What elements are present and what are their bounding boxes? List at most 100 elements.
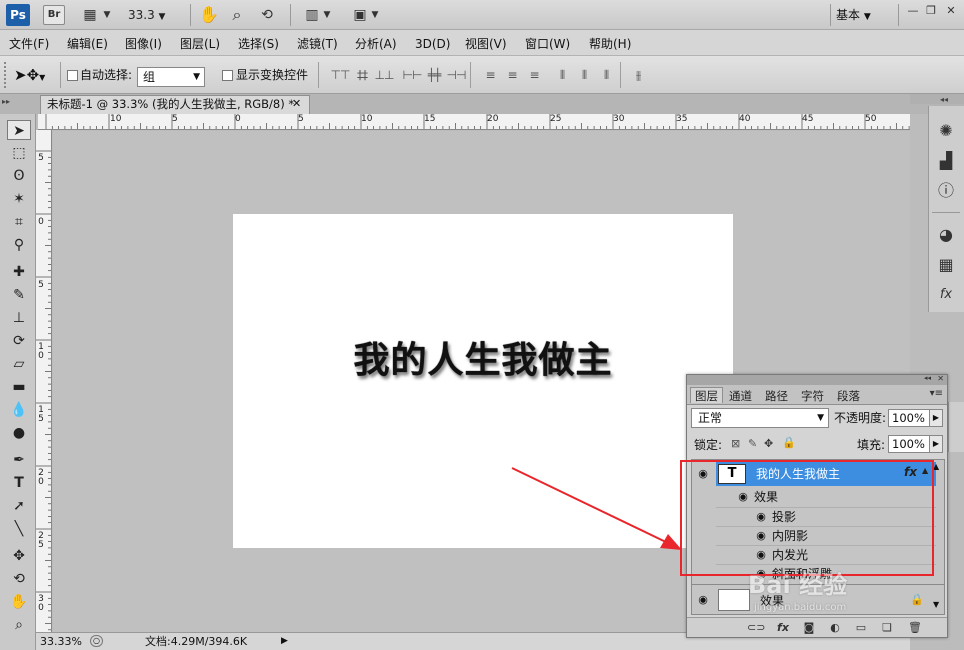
path-selection-tool-icon[interactable]: ➚ xyxy=(7,496,31,516)
lock-image-icon[interactable]: ✎ xyxy=(748,437,757,450)
collapse-panel-icon[interactable]: ◂◂ xyxy=(924,374,931,382)
menu-file[interactable]: 文件(F) xyxy=(9,35,49,53)
align-hcenter-icon[interactable]: ╪╪ xyxy=(424,68,444,82)
lock-position-icon[interactable]: ✥ xyxy=(764,437,773,450)
blur-tool-icon[interactable]: 💧 xyxy=(7,400,31,420)
line-tool-icon[interactable]: ╲ xyxy=(7,519,31,539)
swatches-panel-icon[interactable]: ▦ xyxy=(934,254,958,276)
new-group-icon[interactable]: ▭ xyxy=(853,620,869,636)
zoom-level-select[interactable]: 33.3 ▼ xyxy=(128,6,178,24)
auto-select-dropdown[interactable]: 组 ▼ xyxy=(137,67,205,87)
magic-wand-tool-icon[interactable]: ✶ xyxy=(7,189,31,209)
collapse-toolbox-icon[interactable]: ▸▸ xyxy=(2,97,14,109)
color-panel-icon[interactable]: ◕ xyxy=(934,224,958,246)
chevron-down-icon[interactable]: ▼ xyxy=(102,6,112,24)
align-right-icon[interactable]: ⊣⊣ xyxy=(446,68,467,82)
menu-filter[interactable]: 滤镜(T) xyxy=(297,35,338,53)
document-tab[interactable]: 未标题-1 @ 33.3% (我的人生我做主, RGB/8) * xyxy=(40,95,310,114)
hand-tool-icon[interactable]: ✋ xyxy=(7,592,31,612)
menu-3d[interactable]: 3D(D) xyxy=(415,35,450,53)
move-tool-icon[interactable]: ➤ xyxy=(7,120,31,140)
styles-panel-icon[interactable]: fx xyxy=(934,284,958,306)
menu-layer[interactable]: 图层(L) xyxy=(180,35,220,53)
distribute-hcenter-icon[interactable]: ⫴ xyxy=(574,68,594,82)
rotate-view-icon[interactable]: ⟲ xyxy=(256,6,278,24)
tab-channels[interactable]: 通道 xyxy=(725,388,756,404)
eraser-tool-icon[interactable]: ▱ xyxy=(7,354,31,374)
pen-tool-icon[interactable]: ✒ xyxy=(7,450,31,470)
adjustment-layer-icon[interactable]: ◐ xyxy=(827,620,843,636)
auto-align-layers-icon[interactable]: ⫵ xyxy=(628,68,648,82)
history-brush-tool-icon[interactable]: ⟳ xyxy=(7,331,31,351)
close-button[interactable]: ✕ xyxy=(942,3,960,19)
navigator-panel-icon[interactable]: ✺ xyxy=(934,120,958,142)
brush-tool-icon[interactable]: ✎ xyxy=(7,285,31,305)
distribute-top-icon[interactable]: ≡ xyxy=(480,68,500,82)
restore-button[interactable]: ❐ xyxy=(922,3,940,19)
fill-input[interactable]: 100% xyxy=(888,435,934,453)
link-layers-icon[interactable]: ⊂⊃ xyxy=(747,620,765,636)
histogram-panel-icon[interactable]: ▟ xyxy=(934,150,958,172)
distribute-vcenter-icon[interactable]: ≡ xyxy=(502,68,522,82)
bridge-button[interactable]: Br xyxy=(43,5,65,25)
distribute-right-icon[interactable]: ⫴ xyxy=(596,68,616,82)
expand-dock-icon[interactable]: ◂◂ xyxy=(940,95,948,104)
distribute-bottom-icon[interactable]: ≡ xyxy=(524,68,544,82)
minimize-button[interactable]: — xyxy=(904,3,922,19)
menu-image[interactable]: 图像(I) xyxy=(125,35,162,53)
status-zoom[interactable]: 33.33% xyxy=(40,634,82,650)
view-extras-icon[interactable]: ▦ xyxy=(78,6,102,24)
move-tool-preset-icon[interactable]: ➤✥▼ xyxy=(14,64,54,86)
close-tab-icon[interactable]: ✕ xyxy=(292,96,306,112)
align-bottom-icon[interactable]: ⊥⊥ xyxy=(374,68,395,82)
menu-view[interactable]: 视图(V) xyxy=(465,35,507,53)
zoom-tool-icon[interactable]: ⌕ xyxy=(7,615,31,635)
3d-orbit-tool-icon[interactable]: ⟲ xyxy=(7,569,31,589)
distribute-left-icon[interactable]: ⫴ xyxy=(552,68,572,82)
delete-layer-icon[interactable]: 🗑 xyxy=(907,620,923,636)
info-panel-icon[interactable]: ⓘ xyxy=(934,180,958,202)
options-grip[interactable] xyxy=(4,62,10,88)
gradient-tool-icon[interactable]: ▬ xyxy=(7,377,31,397)
tab-layers[interactable]: 图层 xyxy=(690,387,723,403)
align-top-icon[interactable]: ⊤⊤ xyxy=(330,68,351,82)
crop-tool-icon[interactable]: ⌗ xyxy=(7,212,31,232)
align-vcenter-icon[interactable]: ‡‡ xyxy=(352,68,372,82)
menu-select[interactable]: 选择(S) xyxy=(238,35,279,53)
hand-tool-icon[interactable]: ✋ xyxy=(198,6,220,24)
canvas-text-layer[interactable]: 我的人生我做主 xyxy=(233,334,733,388)
dock-collapsed-panel[interactable] xyxy=(948,402,964,452)
add-layer-style-icon[interactable]: fx xyxy=(775,620,791,636)
workspace-select[interactable]: 基本 ▼ xyxy=(836,6,892,24)
menu-analysis[interactable]: 分析(A) xyxy=(355,35,397,53)
lasso-tool-icon[interactable]: ʘ xyxy=(7,166,31,186)
show-transform-checkbox[interactable] xyxy=(222,70,233,81)
zoom-tool-icon[interactable]: ⌕ xyxy=(226,6,248,24)
opacity-slider-arrow-icon[interactable]: ▶ xyxy=(929,409,943,427)
status-menu-arrow-icon[interactable]: ▶ xyxy=(281,634,293,648)
opacity-input[interactable]: 100% xyxy=(888,409,934,427)
fill-slider-arrow-icon[interactable]: ▶ xyxy=(929,435,943,453)
chevron-down-icon[interactable]: ▼ xyxy=(370,6,380,24)
add-layer-mask-icon[interactable]: ◙ xyxy=(801,620,817,636)
tab-character[interactable]: 字符 xyxy=(797,388,828,404)
healing-brush-tool-icon[interactable]: ✚ xyxy=(7,262,31,282)
tab-paragraph[interactable]: 段落 xyxy=(833,388,864,404)
arrange-documents-icon[interactable]: ▥ xyxy=(302,6,322,24)
visibility-eye-icon[interactable]: ◉ xyxy=(696,594,710,606)
3d-rotate-tool-icon[interactable]: ✥ xyxy=(7,546,31,566)
menu-window[interactable]: 窗口(W) xyxy=(525,35,570,53)
blend-mode-dropdown[interactable]: 正常 ▼ xyxy=(691,408,829,428)
marquee-tool-icon[interactable]: ⬚ xyxy=(7,143,31,163)
status-info-icon[interactable]: ○ xyxy=(90,635,103,647)
tab-paths[interactable]: 路径 xyxy=(761,388,792,404)
close-panel-icon[interactable]: ✕ xyxy=(937,374,944,383)
clone-stamp-tool-icon[interactable]: ⊥ xyxy=(7,308,31,328)
align-left-icon[interactable]: ⊢⊢ xyxy=(402,68,423,82)
eyedropper-tool-icon[interactable]: ⚲ xyxy=(7,235,31,255)
type-tool-icon[interactable]: T xyxy=(7,473,31,493)
menu-edit[interactable]: 编辑(E) xyxy=(67,35,108,53)
chevron-down-icon[interactable]: ▼ xyxy=(322,6,332,24)
lock-transparent-icon[interactable]: ⊠ xyxy=(731,437,740,450)
dodge-tool-icon[interactable]: ● xyxy=(7,423,31,443)
